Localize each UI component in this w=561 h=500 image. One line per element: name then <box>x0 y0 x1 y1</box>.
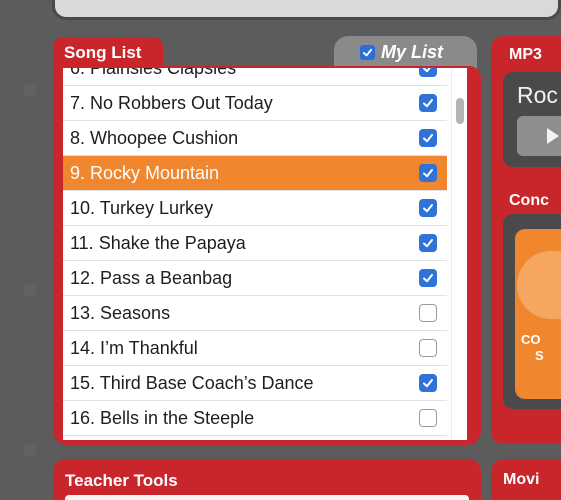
mp3-player-box: Roc <box>503 72 561 167</box>
checkmark-icon <box>423 68 431 73</box>
song-list-item[interactable]: 12. Pass a Beanbag <box>63 261 447 296</box>
song-checkbox[interactable] <box>419 94 437 112</box>
concert-label-line1: CO <box>521 332 541 347</box>
checkmark-icon <box>423 99 433 108</box>
song-title: 15. Third Base Coach’s Dance <box>70 372 314 393</box>
song-list-item[interactable]: 9. Rocky Mountain <box>63 156 447 191</box>
song-list-scrollbar[interactable] <box>451 68 467 440</box>
song-title: 16. Bells in the Steeple <box>70 407 255 428</box>
song-title: 7. No Robbers Out Today <box>70 92 273 113</box>
song-checkbox[interactable] <box>419 409 437 427</box>
song-title: 6. Plainsies Clapsies <box>70 68 236 79</box>
song-title: 11. Shake the Papaya <box>70 232 246 253</box>
song-title: 10. Turkey Lurkey <box>70 197 214 218</box>
song-title: 13. Seasons <box>70 302 171 323</box>
my-list-checkbox[interactable] <box>360 45 375 60</box>
mp3-title: MP3 <box>509 46 542 63</box>
song-checkbox[interactable] <box>419 234 437 252</box>
tab-song-list[interactable]: Song List <box>53 37 163 69</box>
checkmark-icon <box>423 204 433 213</box>
checkmark-icon <box>423 379 433 388</box>
song-checkbox[interactable] <box>419 374 437 392</box>
concert-title: Conc <box>509 192 549 209</box>
song-checkbox[interactable] <box>419 339 437 357</box>
tab-my-list[interactable]: My List <box>334 36 477 69</box>
song-list[interactable]: 16. Bells in the Steeple 15. Third Base C… <box>63 68 467 440</box>
mp3-play-button[interactable] <box>517 116 561 156</box>
play-icon <box>547 128 559 144</box>
song-list-item[interactable]: 6. Plainsies Clapsies <box>63 68 447 86</box>
checkmark-icon <box>423 274 433 283</box>
song-list-item[interactable]: 14. I’m Thankful <box>63 331 447 366</box>
my-list-label: My List <box>381 42 444 62</box>
teacher-tools-content <box>65 495 469 500</box>
song-list-item[interactable]: 7. No Robbers Out Today <box>63 86 447 121</box>
song-checkbox[interactable] <box>419 304 437 322</box>
song-list-item[interactable]: 10. Turkey Lurkey <box>63 191 447 226</box>
scroll-thumb[interactable] <box>456 98 464 124</box>
song-checkbox[interactable] <box>419 129 437 147</box>
checkmark-icon <box>423 239 433 248</box>
checkmark-icon <box>362 48 373 57</box>
song-checkbox[interactable] <box>419 164 437 182</box>
right-column-panel: MP3 Roc Conc CO S <box>491 36 561 444</box>
concert-icon <box>517 251 561 319</box>
checkmark-icon <box>423 134 433 143</box>
song-checkbox[interactable] <box>419 199 437 217</box>
top-bar <box>52 0 561 20</box>
song-checkbox[interactable] <box>419 68 437 77</box>
song-list-item[interactable]: 15. Third Base Coach’s Dance <box>63 366 447 401</box>
song-title: 14. I’m Thankful <box>70 337 198 358</box>
movies-title: Movi <box>503 471 540 488</box>
concert-button-label: CO S <box>521 332 544 364</box>
song-checkbox[interactable] <box>419 269 437 287</box>
teacher-tools-title: Teacher Tools <box>65 471 178 490</box>
song-list-item[interactable]: 11. Shake the Papaya <box>63 226 447 261</box>
song-list-item[interactable]: 13. Seasons <box>63 296 447 331</box>
tab-song-list-label: Song List <box>64 43 142 62</box>
concert-box: CO S <box>503 214 561 409</box>
teacher-tools-panel[interactable]: Teacher Tools <box>53 459 481 500</box>
song-list-item[interactable]: 8. Whoopee Cushion <box>63 121 447 156</box>
song-title: 12. Pass a Beanbag <box>70 267 233 288</box>
concert-label-line2: S <box>535 348 544 363</box>
mp3-song-title: Roc <box>517 82 558 108</box>
song-title: 9. Rocky Mountain <box>70 162 220 183</box>
checkmark-icon <box>423 169 433 178</box>
movies-panel[interactable]: Movi <box>491 459 561 500</box>
song-title: 8. Whoopee Cushion <box>70 127 239 148</box>
song-list-item[interactable]: 16. Bells in the Steeple <box>63 401 447 436</box>
concert-button[interactable]: CO S <box>515 229 561 399</box>
